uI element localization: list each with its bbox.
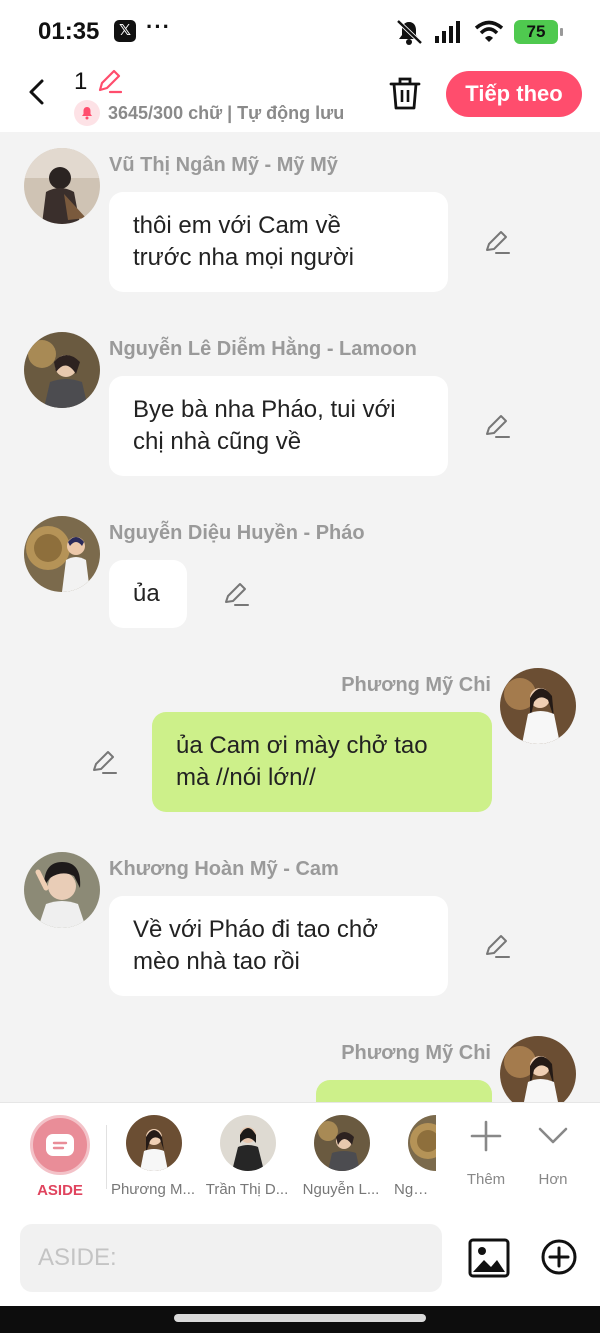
x-app-icon: 𝕏: [114, 20, 136, 42]
edit-message-icon[interactable]: [222, 580, 250, 608]
sender-name: Nguyễn Diệu Huyền - Pháo: [109, 522, 365, 544]
story-title[interactable]: 1: [74, 68, 87, 96]
avatar[interactable]: [24, 332, 100, 408]
aside-label: ASIDE: [37, 1182, 83, 1199]
status-bar: 01:35 𝕏 ··· 75: [0, 0, 600, 62]
edit-message-icon[interactable]: [483, 932, 511, 960]
sender-name: Phương Mỹ Chi: [341, 674, 491, 696]
message-bubble[interactable]: [316, 1080, 492, 1102]
character-item[interactable]: Trần Thị D...: [202, 1103, 292, 1211]
plus-icon: [470, 1120, 502, 1152]
message-line: Về với Pháo đi tao chở: [133, 916, 378, 943]
message-line: trước nha mọi người: [133, 244, 355, 271]
edit-message-icon[interactable]: [483, 412, 511, 440]
chat-area[interactable]: Vũ Thị Ngân Mỹ - Mỹ Mỹ thôi em với Cam v…: [0, 132, 600, 1102]
avatar: [314, 1115, 370, 1171]
more-notifications-icon: ···: [146, 14, 171, 39]
character-name: Nguyễ: [394, 1181, 436, 1198]
character-selector: ASIDE Phương M... Trần Thị D... Nguyễn L…: [0, 1102, 600, 1210]
add-character-button[interactable]: Thêm: [451, 1103, 521, 1211]
status-icons: 75: [394, 18, 563, 46]
sender-name: Nguyễn Lê Diễm Hằng - Lamoon: [109, 338, 417, 360]
battery-indicator: 75: [514, 20, 563, 44]
message-line: ủa: [133, 580, 160, 607]
avatar[interactable]: [24, 148, 100, 224]
message-line: mèo nhà tao rồi: [133, 948, 300, 975]
edit-message-icon[interactable]: [483, 228, 511, 256]
character-name: Phương M...: [110, 1181, 196, 1198]
message-bubble[interactable]: ủa Cam ơi mày chở tao mà //nói lớn//: [152, 712, 492, 812]
edit-title-icon[interactable]: [96, 68, 122, 94]
next-button[interactable]: Tiếp theo: [446, 71, 582, 117]
home-indicator[interactable]: [174, 1314, 426, 1322]
edit-message-icon[interactable]: [90, 748, 118, 776]
back-icon[interactable]: [22, 76, 54, 108]
trash-icon[interactable]: [386, 74, 424, 112]
aside-button[interactable]: [30, 1115, 90, 1175]
word-count-text: 3645/300 chữ | Tự động lưu: [108, 102, 345, 123]
message-line: chị nhà cũng về: [133, 428, 302, 455]
editor-header: 1 3645/300 chữ | Tự động lưu Tiếp theo: [0, 62, 600, 132]
character-item[interactable]: Nguyễ: [390, 1103, 436, 1211]
add-label: Thêm: [466, 1171, 506, 1188]
message-line: ủa Cam ơi mày chở tao: [176, 732, 428, 759]
bell-icon: [74, 100, 100, 126]
message-bubble[interactable]: ủa: [109, 560, 187, 628]
message-line: thôi em với Cam về: [133, 212, 341, 239]
character-name: Trần Thị D...: [205, 1181, 289, 1198]
input-bar: [0, 1210, 600, 1306]
message-bubble[interactable]: thôi em với Cam về trước nha mọi người: [109, 192, 448, 292]
wifi-icon: [474, 20, 504, 42]
chevron-down-icon: [538, 1127, 568, 1144]
system-nav-bar: [0, 1306, 600, 1333]
more-label: Hơn: [538, 1171, 568, 1188]
aside-icon: [46, 1134, 74, 1156]
character-item[interactable]: Nguyễn L...: [296, 1103, 386, 1211]
sender-name: Khương Hoàn Mỹ - Cam: [109, 858, 339, 880]
avatar: [126, 1115, 182, 1171]
message-line: Bye bà nha Pháo, tui với: [133, 396, 396, 423]
image-icon[interactable]: [468, 1238, 510, 1278]
avatar[interactable]: [24, 516, 100, 592]
message-bubble[interactable]: Bye bà nha Pháo, tui với chị nhà cũng về: [109, 376, 448, 476]
mute-icon: [396, 19, 423, 45]
more-characters-button[interactable]: Hơn: [518, 1103, 588, 1211]
sender-name: Phương Mỹ Chi: [341, 1042, 491, 1064]
avatar[interactable]: [500, 668, 576, 744]
character-item[interactable]: Phương M...: [108, 1103, 198, 1211]
add-circle-icon[interactable]: [540, 1238, 578, 1276]
avatar[interactable]: [500, 1036, 576, 1102]
message-bubble[interactable]: Về với Pháo đi tao chở mèo nhà tao rồi: [109, 896, 448, 996]
avatar[interactable]: [24, 852, 100, 928]
status-time: 01:35: [38, 18, 100, 45]
message-line: mà //nói lớn//: [176, 764, 316, 791]
signal-icon: [435, 21, 460, 43]
avatar: [220, 1115, 276, 1171]
message-input[interactable]: [20, 1224, 442, 1292]
avatar: [408, 1115, 436, 1171]
sender-name: Vũ Thị Ngân Mỹ - Mỹ Mỹ: [109, 154, 338, 176]
divider: [106, 1125, 107, 1189]
word-count-row: 3645/300 chữ | Tự động lưu: [74, 100, 344, 126]
character-name: Nguyễn L...: [302, 1181, 380, 1198]
